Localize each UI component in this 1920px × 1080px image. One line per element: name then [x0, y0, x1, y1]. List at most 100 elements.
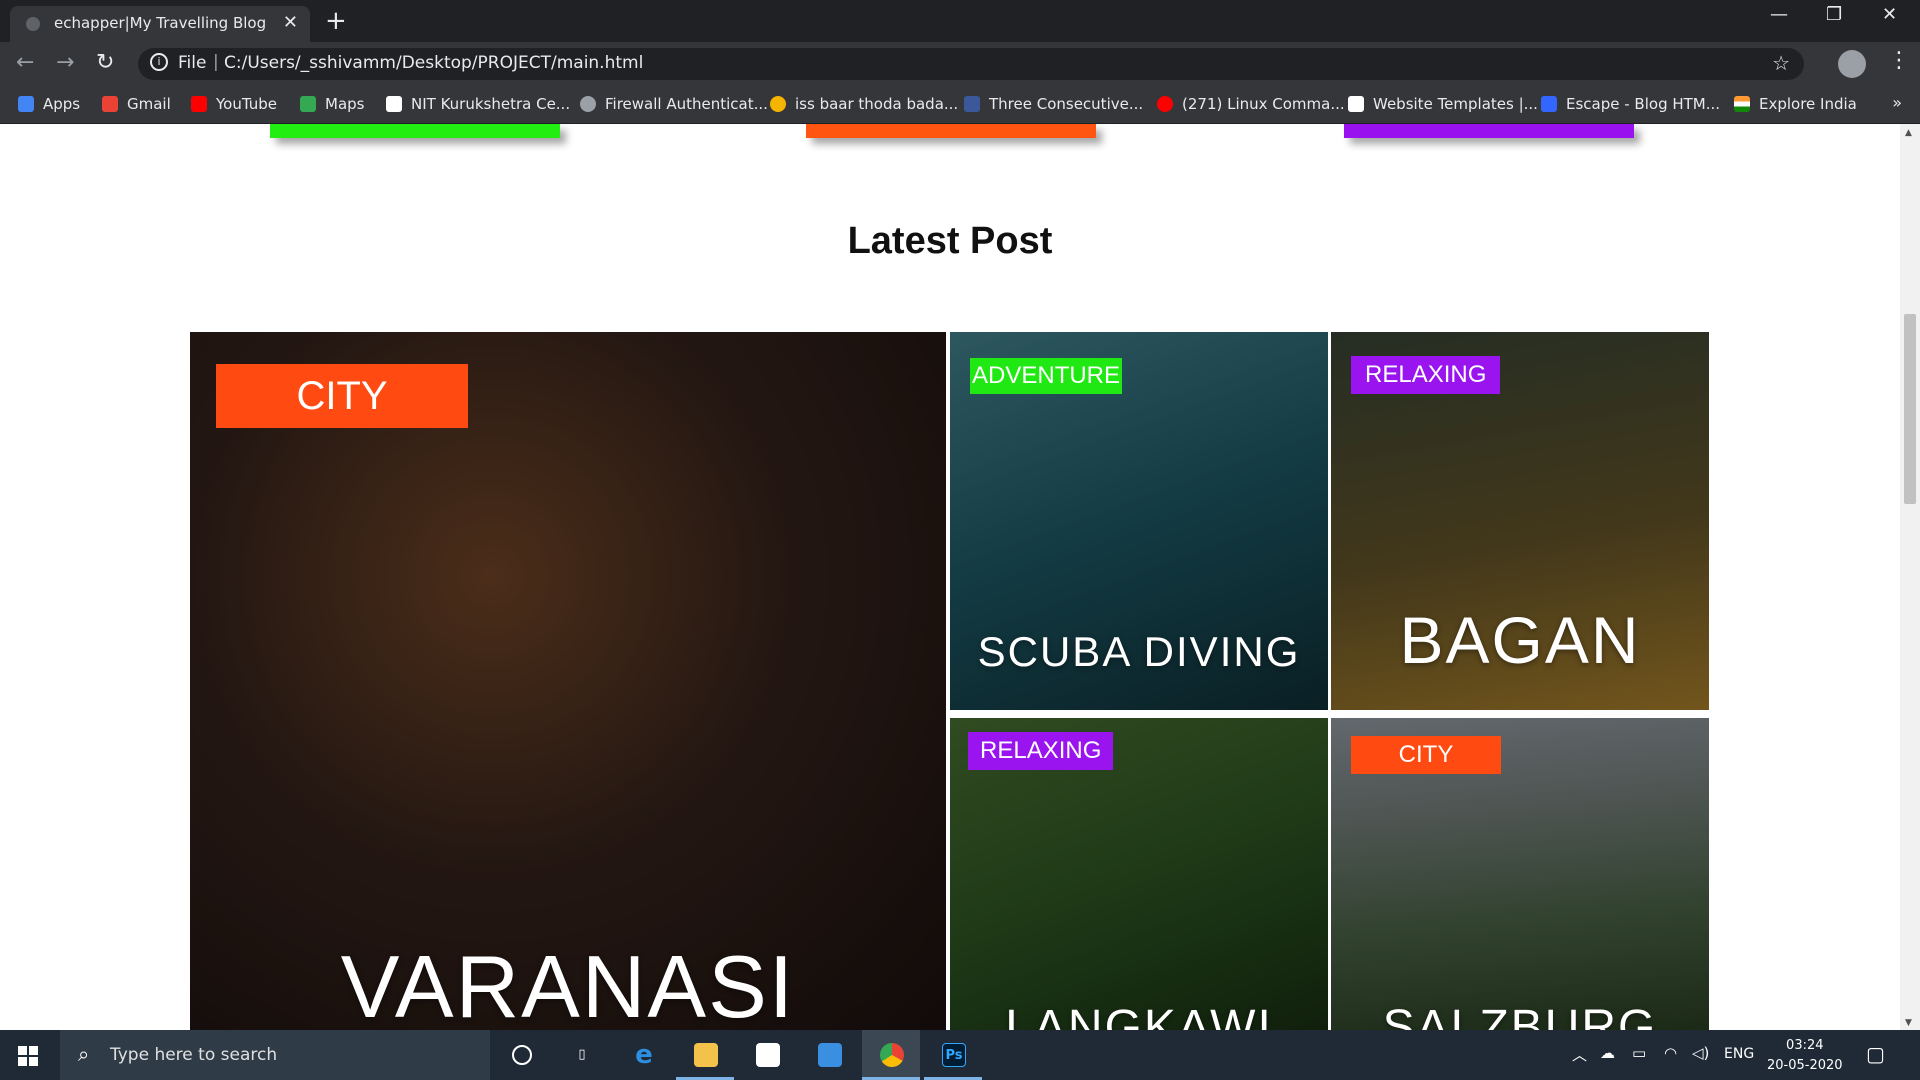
post-place-title[interactable]: SALZBURG: [1331, 1000, 1709, 1030]
post-card-scuba-diving[interactable]: ADVENTURE SCUBA DIVING: [950, 332, 1328, 710]
w-logo-icon: [1541, 96, 1557, 112]
bookmark-maps[interactable]: Maps: [300, 95, 364, 113]
page-viewport: Latest Post CITY VARANASI ADVENTURE SCUB…: [0, 124, 1900, 1030]
bookmark-gmail[interactable]: Gmail: [102, 95, 171, 113]
post-place-title[interactable]: BAGAN: [1331, 602, 1709, 678]
site-info-icon[interactable]: i: [150, 53, 168, 71]
url-text[interactable]: C:/Users/_sshivamm/Desktop/PROJECT/main.…: [224, 53, 643, 73]
post-place-title[interactable]: SCUBA DIVING: [950, 628, 1328, 676]
more-bookmarks-icon[interactable]: »: [1892, 93, 1902, 112]
close-tab-icon[interactable]: ✕: [283, 12, 298, 33]
bookmark-iss-baar[interactable]: iss baar thoda bada...: [770, 95, 958, 113]
close-window-icon[interactable]: ✕: [1882, 4, 1897, 25]
bookmark-escape-blog[interactable]: Escape - Blog HTM...: [1541, 95, 1720, 113]
post-place-title[interactable]: LANGKAWI: [950, 1000, 1328, 1030]
back-icon[interactable]: ←: [16, 50, 34, 75]
image-overlay: [190, 332, 946, 1030]
language-indicator[interactable]: ENG: [1724, 1046, 1754, 1062]
chrome-button[interactable]: [862, 1030, 920, 1080]
bookmarks-bar: Apps Gmail YouTube Maps NIT Kurukshetra …: [0, 86, 1920, 124]
apps-grid-icon: [18, 96, 34, 112]
wifi-icon[interactable]: ◠: [1664, 1044, 1677, 1062]
folder-icon: [694, 1043, 718, 1067]
file-explorer-button[interactable]: [676, 1030, 734, 1080]
address-bar[interactable]: i File | C:/Users/_sshivamm/Desktop/PROJ…: [138, 48, 1804, 80]
category-stripe-orange: [806, 124, 1096, 138]
bookmark-star-icon[interactable]: ☆: [1772, 51, 1790, 75]
restore-icon[interactable]: ❐: [1826, 4, 1842, 25]
post-tag[interactable]: CITY: [216, 364, 468, 428]
bookmark-explore-india[interactable]: Explore India: [1734, 95, 1857, 113]
browser-tab-strip: echapper|My Travelling Blog ✕ + — ❐ ✕: [0, 0, 1920, 42]
category-stripe-green: [270, 124, 560, 138]
search-placeholder: Type here to search: [110, 1045, 278, 1065]
bookmark-website-templates[interactable]: Website Templates |...: [1348, 95, 1538, 113]
task-view-button[interactable]: ▯: [552, 1030, 610, 1080]
site-icon: [964, 96, 980, 112]
page-favicon-icon: [26, 17, 40, 31]
scroll-up-icon[interactable]: ▲: [1905, 128, 1912, 138]
chrome-icon: [880, 1043, 904, 1067]
edge-button[interactable]: e: [614, 1030, 672, 1080]
gmail-icon: [102, 96, 118, 112]
youtube-icon: [1157, 96, 1173, 112]
onedrive-icon[interactable]: ☁: [1600, 1044, 1615, 1062]
browser-tab[interactable]: echapper|My Travelling Blog ✕: [10, 6, 310, 42]
section-title: Latest Post: [847, 220, 1053, 262]
scroll-down-icon[interactable]: ▼: [1905, 1018, 1912, 1028]
browser-menu-icon[interactable]: ⋮: [1888, 48, 1910, 73]
profile-avatar[interactable]: [1838, 50, 1866, 78]
nit-icon: [386, 96, 402, 112]
windows-taskbar: ⌕ Type here to search ▯ e Ps ︿ ☁ ▭ ◠ ◁) …: [0, 1030, 1920, 1080]
bookmark-apps[interactable]: Apps: [18, 95, 80, 113]
battery-icon[interactable]: ▭: [1632, 1044, 1646, 1062]
mail-button[interactable]: [800, 1030, 858, 1080]
tab-title: echapper|My Travelling Blog: [54, 14, 267, 32]
scrollbar-thumb[interactable]: [1904, 314, 1916, 504]
task-view-icon: ▯: [578, 1047, 586, 1062]
photoshop-button[interactable]: Ps: [924, 1030, 982, 1080]
clock-date: 20-05-2020: [1767, 1058, 1843, 1073]
post-tag[interactable]: CITY: [1351, 736, 1501, 774]
bookmark-firewall[interactable]: Firewall Authenticat...: [580, 95, 768, 113]
photoshop-icon: Ps: [942, 1043, 966, 1067]
taskbar-search-box[interactable]: ⌕ Type here to search: [60, 1030, 490, 1080]
cortana-button[interactable]: [492, 1030, 550, 1080]
bookmark-three-consecutive[interactable]: Three Consecutive...: [964, 95, 1143, 113]
show-hidden-icons-icon[interactable]: ︿: [1572, 1044, 1587, 1065]
page-scrollbar[interactable]: ▲ ▼: [1900, 124, 1920, 1030]
maps-icon: [300, 96, 316, 112]
post-card-langkawi[interactable]: RELAXING LANGKAWI: [950, 718, 1328, 1030]
store-button[interactable]: [738, 1030, 796, 1080]
volume-icon[interactable]: ◁): [1692, 1044, 1709, 1062]
system-clock[interactable]: 03:24 20-05-2020: [1767, 1036, 1843, 1076]
category-stripe-purple: [1344, 124, 1634, 138]
browser-toolbar: ← → ↻ i File | C:/Users/_sshivamm/Deskto…: [0, 42, 1920, 86]
edge-icon: e: [635, 1040, 653, 1070]
cortana-icon: [512, 1045, 532, 1065]
store-icon: [756, 1043, 780, 1067]
minimize-icon[interactable]: —: [1770, 4, 1788, 25]
windows-start-icon[interactable]: [18, 1046, 38, 1066]
url-scheme: File: [178, 53, 207, 73]
forward-icon[interactable]: →: [56, 50, 74, 75]
post-place-title[interactable]: VARANASI: [190, 936, 946, 1030]
post-tag[interactable]: ADVENTURE: [970, 358, 1123, 394]
post-card-bagan[interactable]: RELAXING BAGAN: [1331, 332, 1709, 710]
globe-icon: [580, 96, 596, 112]
india-flag-icon: [1734, 96, 1750, 112]
post-tag[interactable]: RELAXING: [1351, 356, 1501, 394]
bookmark-linux-commands[interactable]: (271) Linux Comma...: [1157, 95, 1345, 113]
post-tag[interactable]: RELAXING: [968, 732, 1114, 770]
bookmark-nit-kurukshetra[interactable]: NIT Kurukshetra Ce...: [386, 95, 570, 113]
new-tab-button[interactable]: +: [325, 6, 347, 36]
clock-time: 03:24: [1786, 1038, 1824, 1053]
bookmark-youtube[interactable]: YouTube: [191, 95, 277, 113]
post-card-varanasi[interactable]: CITY VARANASI: [190, 332, 946, 1030]
post-card-salzburg[interactable]: CITY SALZBURG: [1331, 718, 1709, 1030]
reload-icon[interactable]: ↻: [96, 50, 114, 75]
notification-center-icon[interactable]: ▢: [1866, 1042, 1885, 1066]
url-separator: |: [213, 52, 219, 72]
wix-icon: [1348, 96, 1364, 112]
smiley-icon: [770, 96, 786, 112]
